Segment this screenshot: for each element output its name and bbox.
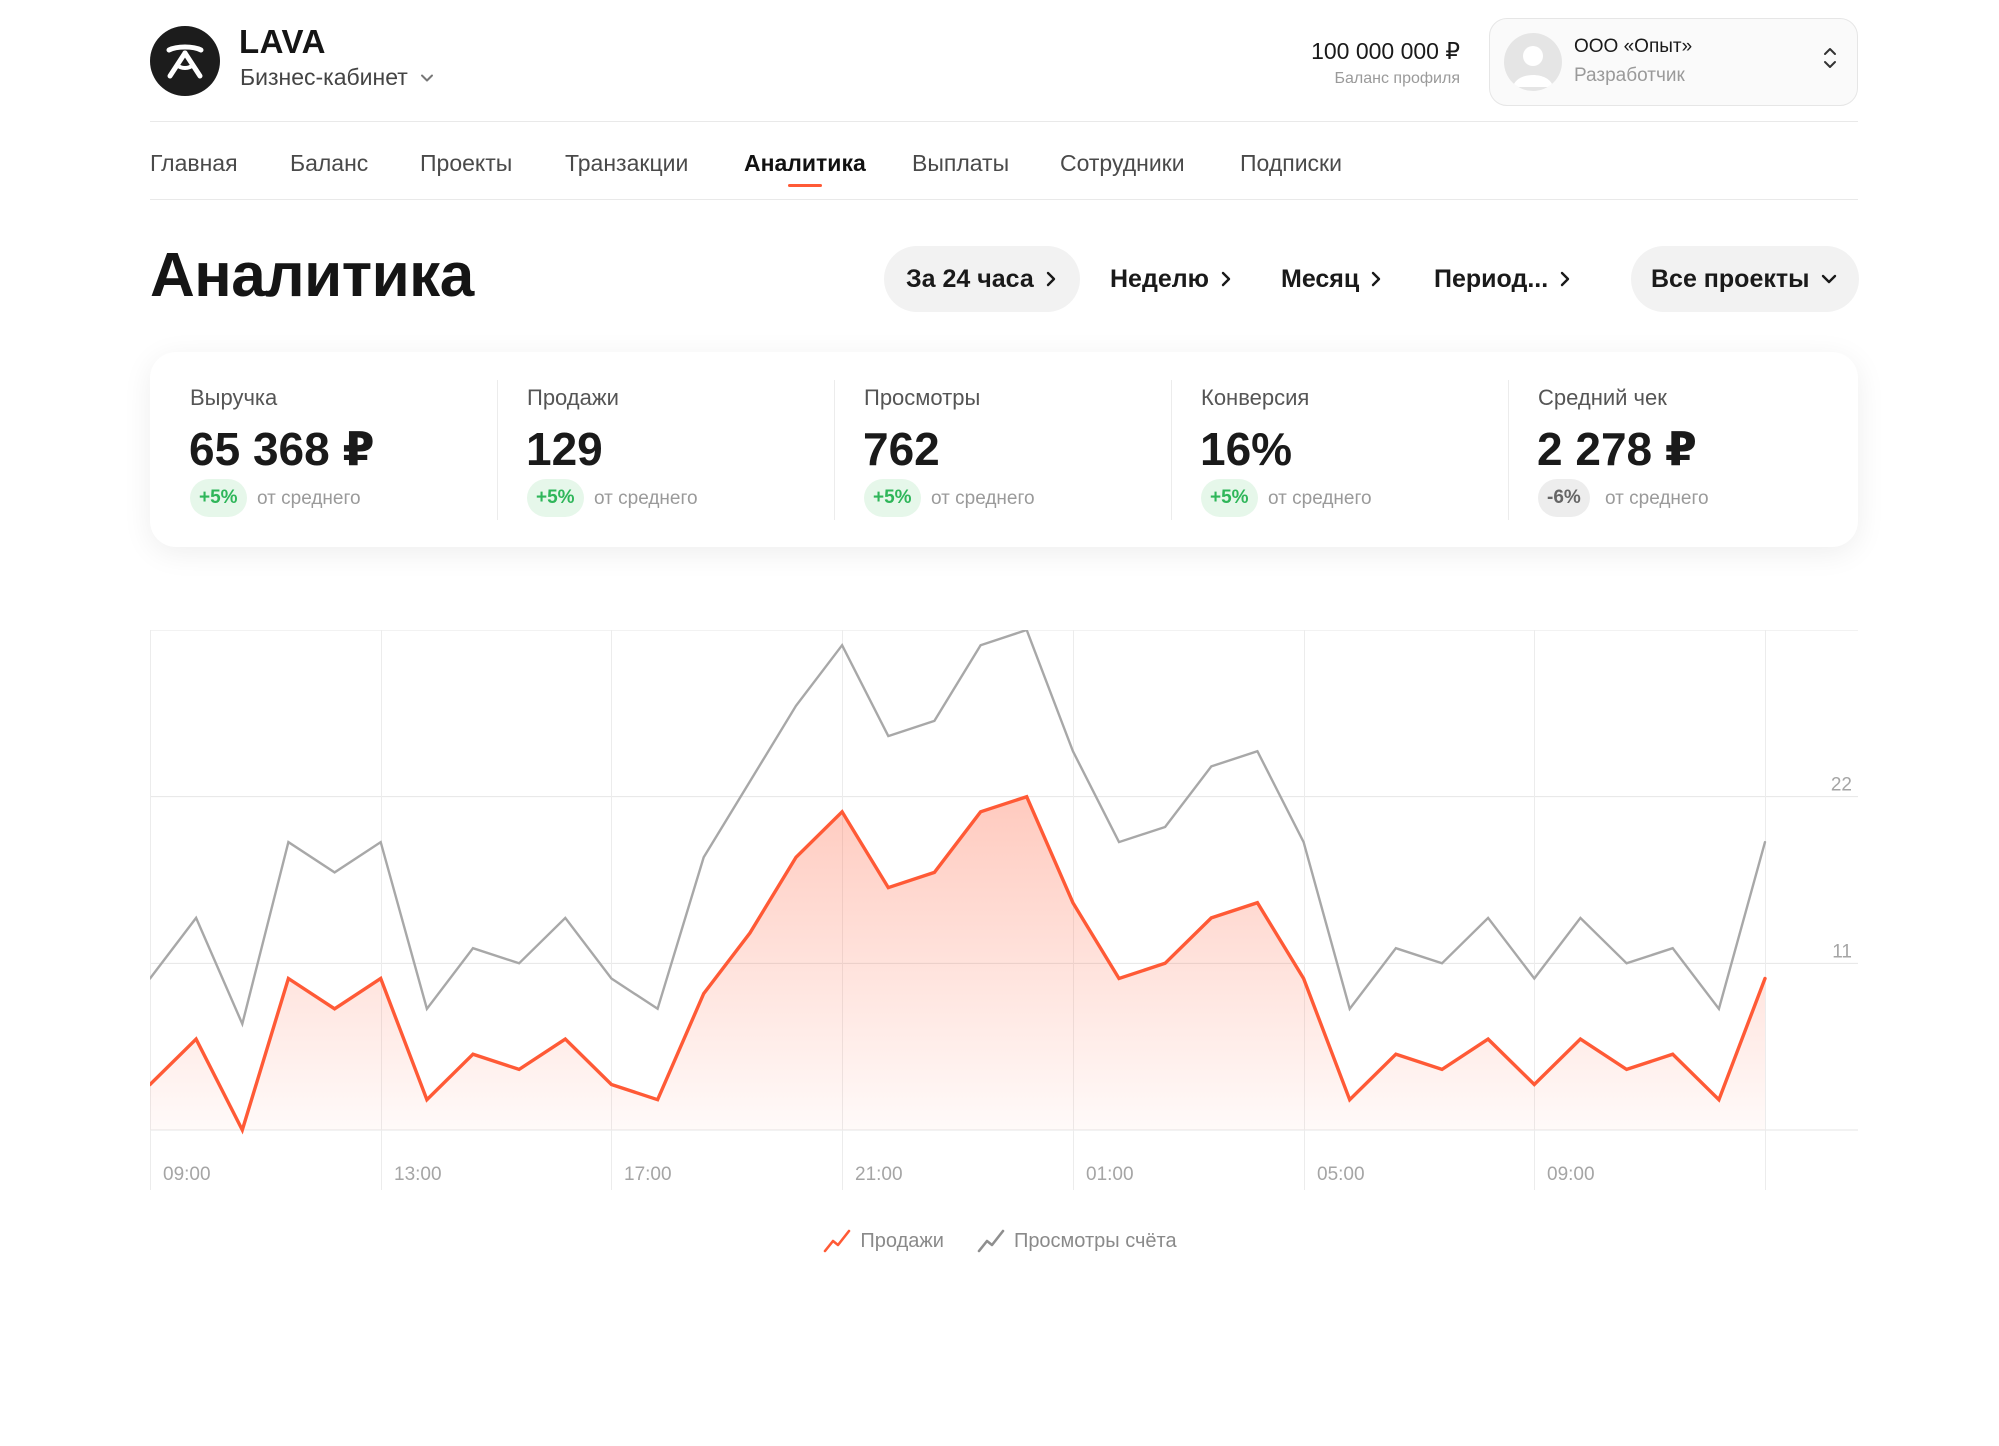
brand-name: LAVA [239,23,326,60]
cabinet-switcher[interactable]: Бизнес-кабинет [240,64,436,91]
cabinet-label: Бизнес-кабинет [240,64,408,90]
stat-label: Просмотры [864,385,981,410]
nav-item-subscriptions[interactable]: Подписки [1240,150,1342,177]
organization-switcher[interactable]: ООО «Опыт» Разработчик [1489,18,1858,106]
analytics-chart: 11223309:0013:0017:0021:0001:0005:0009:0… [148,608,1858,1190]
stat-value: 129 [526,423,603,475]
nav-item-home[interactable]: Главная [150,150,238,177]
filter-week-label: Неделю [1110,264,1209,293]
x-tick-label: 17:00 [624,1164,672,1185]
chevron-down-icon [420,74,433,81]
change-badge: -6% [1538,479,1590,517]
chart-legend: Продажи Просмотры счёта [0,1228,1999,1254]
user-placeholder-icon [1513,46,1553,87]
change-badge: +5% [864,479,921,517]
stat-label: Продажи [527,385,619,410]
balance-amount: 100 000 000 ₽ [1311,38,1460,64]
projects-dropdown[interactable]: Все проекты [1631,246,1860,312]
nav-item-balance[interactable]: Баланс [290,150,368,177]
nav-item-employees[interactable]: Сотрудники [1060,150,1185,177]
stat-label: Конверсия [1201,385,1310,410]
nav-item-payouts[interactable]: Выплаты [912,150,1009,177]
nav-item-projects[interactable]: Проекты [420,150,512,177]
x-tick-label: 05:00 [1317,1164,1365,1185]
page-title: Аналитика [150,241,474,310]
stat-value: 65 368 ₽ [189,423,375,475]
x-tick-label: 09:00 [1547,1164,1595,1185]
legend-item-views[interactable]: Просмотры счёта [976,1228,1177,1254]
stat-value: 16% [1200,423,1293,475]
nav-item-transactions[interactable]: Транзакции [565,150,688,177]
stat-conversion: Конверсия 16% +5% от среднего [1161,352,1498,547]
stat-sales: Продажи 129 +5% от среднего [487,352,824,547]
chevron-right-icon [1560,271,1570,287]
projects-dropdown-label: Все проекты [1651,264,1810,293]
change-badge: +5% [1201,479,1258,517]
org-name: ООО «Опыт» [1574,36,1693,57]
stat-revenue: Выручка 65 368 ₽ +5% от среднего [150,352,487,547]
filter-month-label: Месяц [1281,264,1360,293]
active-tab-indicator [788,184,822,187]
filter-month-button[interactable]: Месяц [1259,246,1405,312]
org-role: Разработчик [1574,65,1685,86]
stat-average-check: Средний чек 2 278 ₽ -6% от среднего [1498,352,1835,547]
chevron-down-icon [1822,274,1837,284]
balance-label: Баланс профиля [1334,70,1460,87]
stat-views: Просмотры 762 +5% от среднего [824,352,1161,547]
chart-svg: 11223309:0013:0017:0021:0001:0005:0009:0… [148,608,1858,1190]
change-note: от среднего [1605,488,1709,509]
filter-24h-button[interactable]: За 24 часа [884,246,1080,312]
chevron-right-icon [1372,271,1381,287]
trend-line-icon [977,1229,1005,1253]
chevron-right-icon [1046,271,1055,287]
x-tick-label: 21:00 [855,1164,903,1185]
main-nav: Главная Баланс Проекты Транзакции Аналит… [150,122,1858,200]
lava-logo-icon [166,44,204,79]
legend-item-sales[interactable]: Продажи [822,1228,944,1254]
filter-period-button[interactable]: Период... [1412,246,1594,312]
y-tick-label: 11 [1832,941,1852,962]
filter-period-label: Период... [1434,264,1549,293]
stat-label: Выручка [190,385,278,410]
x-tick-label: 09:00 [163,1164,211,1185]
change-note: от среднего [594,488,698,509]
nav-item-analytics[interactable]: Аналитика [744,150,866,177]
chevron-up-down-icon [1824,48,1836,68]
change-note: от среднего [1268,488,1372,509]
stats-card: Выручка 65 368 ₽ +5% от среднего Продажи… [150,352,1858,547]
trend-line-icon [824,1229,851,1253]
legend-label: Просмотры счёта [1013,1229,1177,1252]
legend-label: Продажи [860,1229,944,1252]
stat-value: 2 278 ₽ [1537,423,1697,475]
x-tick-label: 13:00 [394,1164,442,1185]
stat-value: 762 [863,423,940,475]
change-note: от среднего [931,488,1035,509]
change-note: от среднего [257,488,361,509]
y-tick-label: 22 [1831,775,1852,796]
x-tick-label: 01:00 [1086,1164,1134,1185]
change-badge: +5% [527,479,584,517]
filter-week-button[interactable]: Неделю [1088,246,1255,312]
chevron-right-icon [1221,271,1231,287]
filter-24h-label: За 24 часа [906,264,1034,293]
change-badge: +5% [190,479,247,517]
stat-label: Средний чек [1538,385,1667,410]
lava-logo[interactable] [150,26,220,96]
top-header: LAVA Бизнес-кабинет 100 000 000 ₽ Баланс… [150,18,1858,122]
avatar [1504,33,1562,91]
